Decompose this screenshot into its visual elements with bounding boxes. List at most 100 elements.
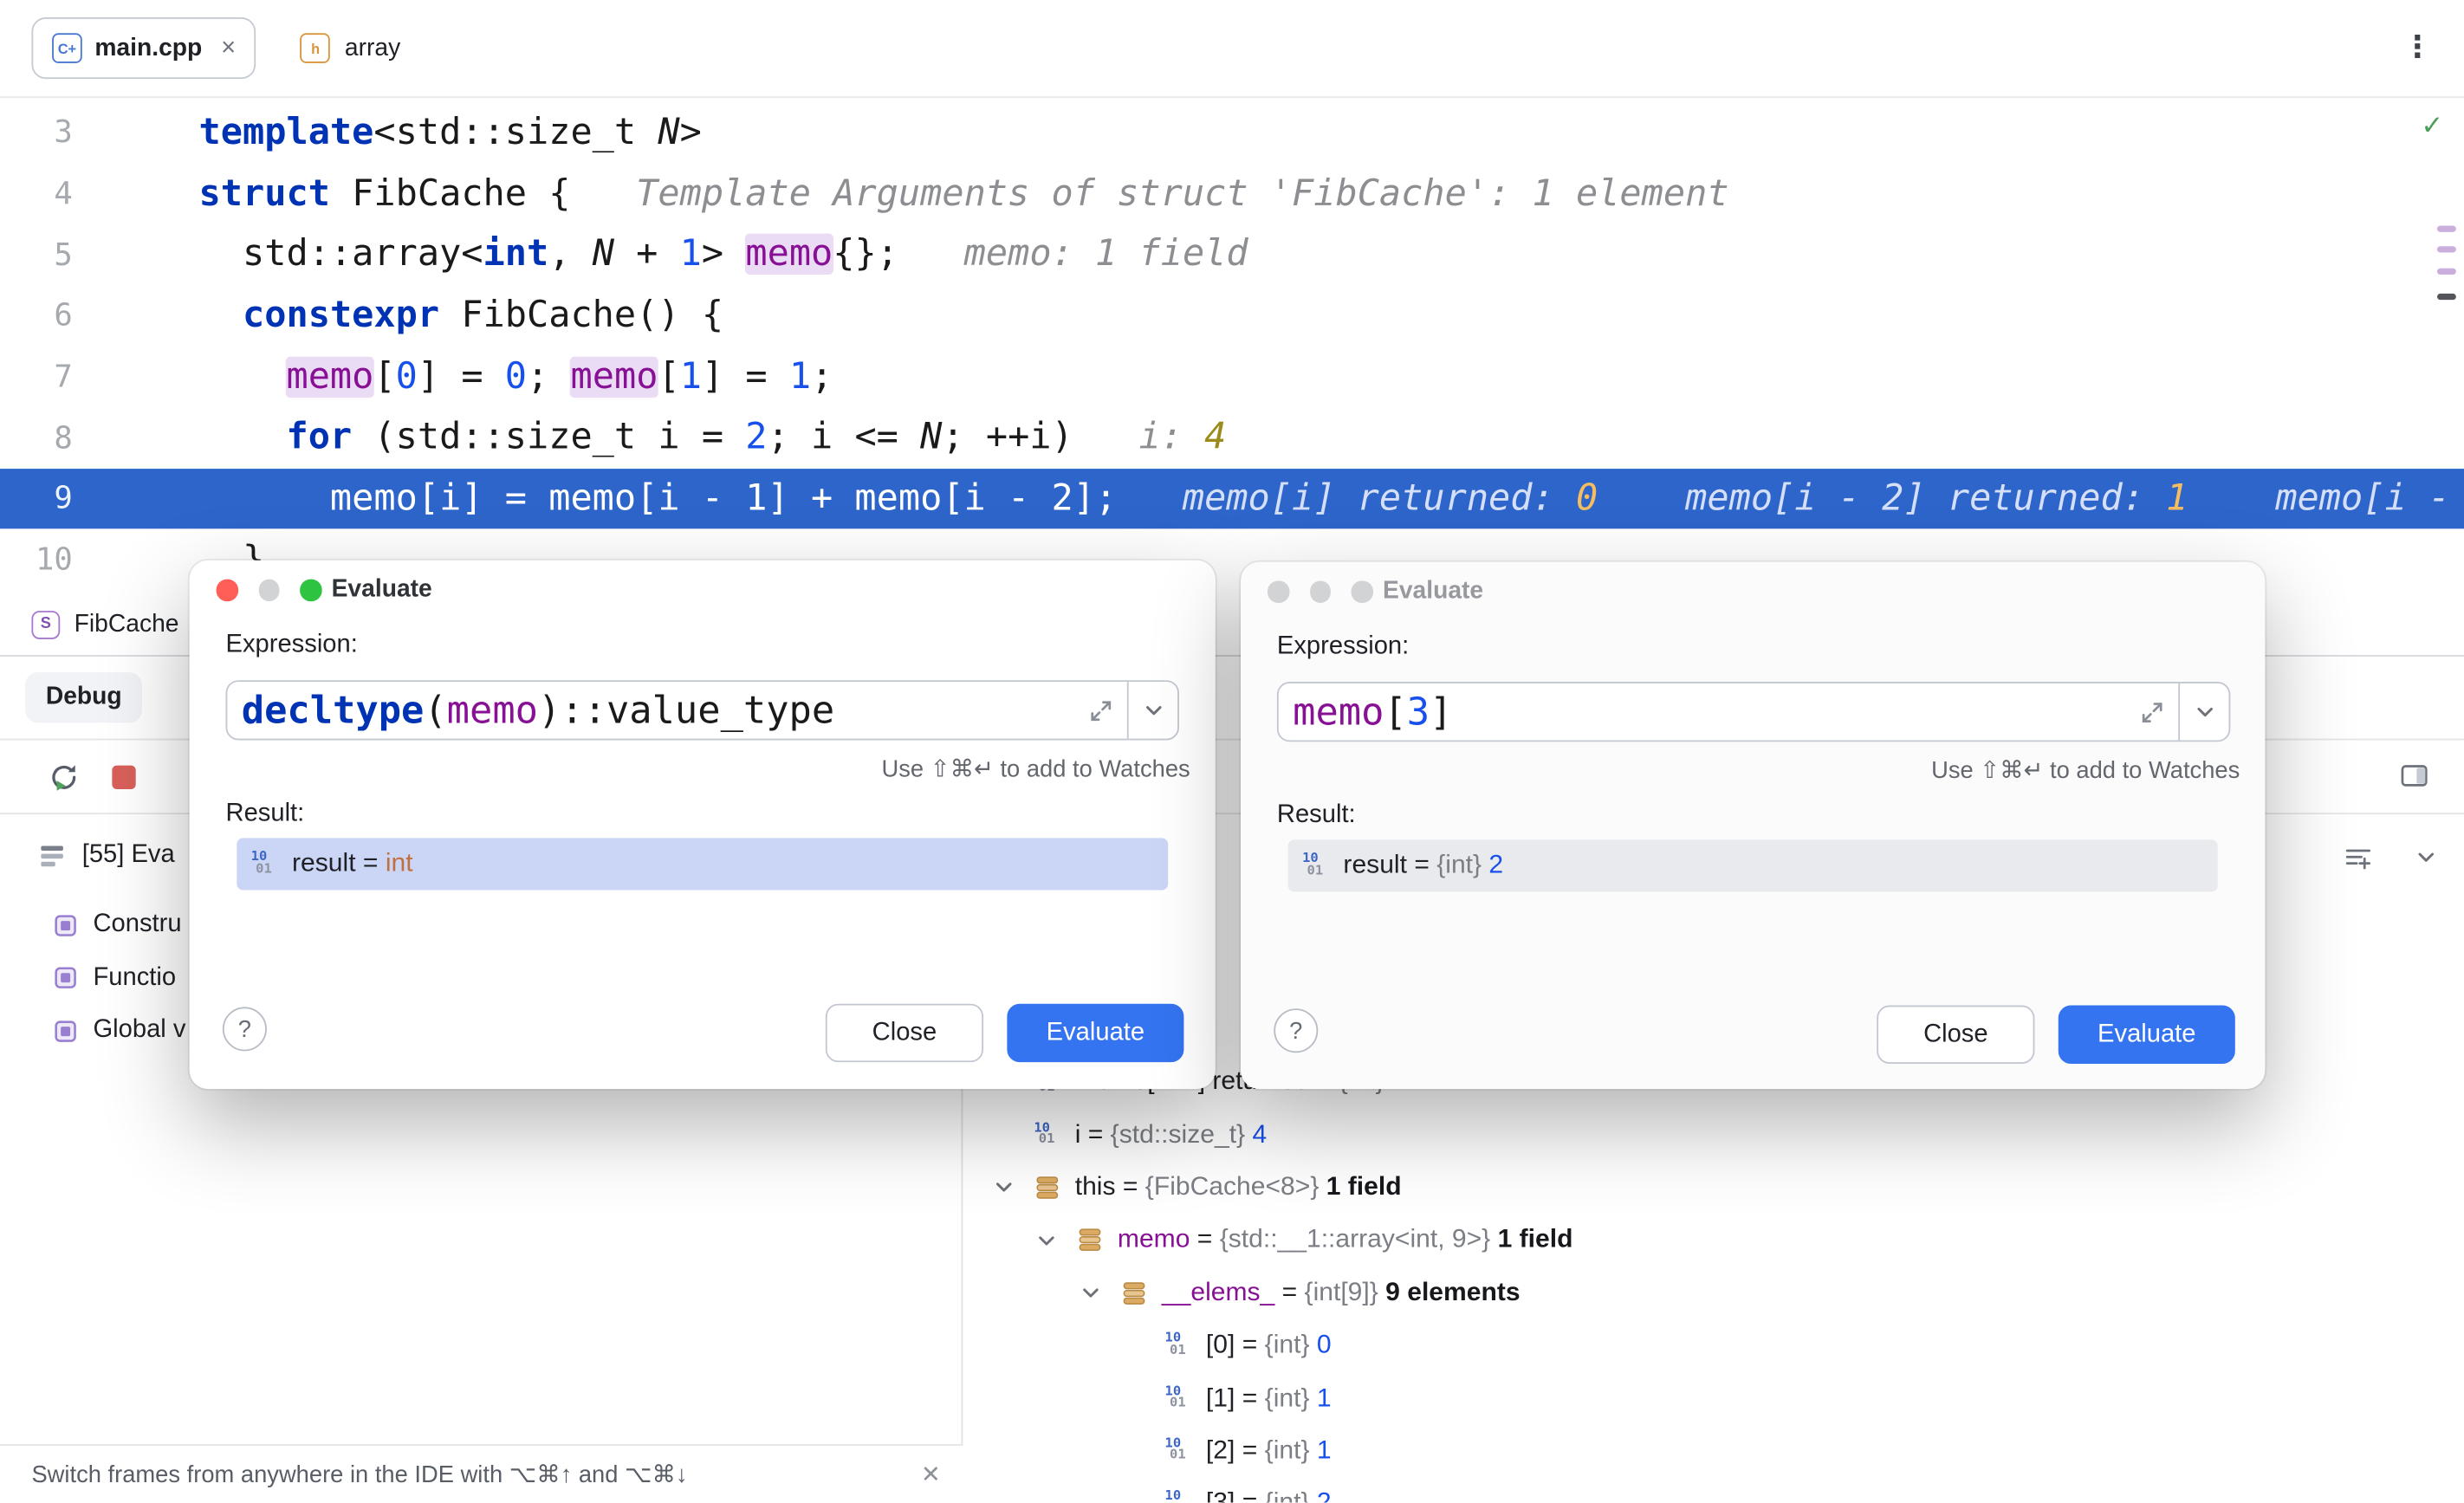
minimize-window-button[interactable] bbox=[258, 580, 280, 601]
maximize-window-button[interactable] bbox=[1352, 580, 1373, 602]
editor-tab-bar: C+ main.cpp × h array ⋮ bbox=[0, 0, 2464, 98]
object-icon bbox=[1077, 1227, 1118, 1254]
code-line[interactable]: 5 std::array<int, N + 1> memo{}; memo: 1… bbox=[0, 224, 2464, 284]
object-icon bbox=[1034, 1174, 1074, 1201]
expression-value[interactable]: decltype(memo)::value_type bbox=[227, 688, 1073, 732]
inspection-ok-icon: ✓ bbox=[2421, 111, 2443, 142]
chevron-down-icon[interactable] bbox=[1078, 1280, 1120, 1305]
window-controls bbox=[1268, 580, 1372, 602]
status-message: Switch frames from anywhere in the IDE w… bbox=[31, 1461, 687, 1489]
result-value: result = int bbox=[292, 849, 413, 879]
window-controls bbox=[217, 580, 321, 601]
scrollbar-mark bbox=[2437, 294, 2456, 300]
evaluate-button[interactable]: Evaluate bbox=[1007, 1004, 1183, 1062]
struct-icon: S bbox=[31, 610, 60, 638]
line-number[interactable]: 8 bbox=[0, 419, 73, 456]
group-icon bbox=[52, 912, 79, 939]
header-file-icon: h bbox=[301, 33, 331, 63]
line-number[interactable]: 9 bbox=[0, 481, 73, 517]
scrollbar-mark bbox=[2437, 226, 2456, 232]
dialog-title: Evaluate bbox=[1383, 578, 1483, 606]
result-row[interactable]: 1001 result = int bbox=[237, 838, 1168, 890]
variables-panel-toolbar bbox=[2344, 843, 2439, 879]
scrollbar-mark bbox=[2437, 269, 2456, 275]
help-button[interactable]: ? bbox=[1274, 1008, 1318, 1053]
chevron-down-icon[interactable] bbox=[2180, 699, 2228, 724]
expression-label: Expression: bbox=[1277, 633, 1409, 662]
expression-label: Expression: bbox=[226, 632, 358, 660]
rerun-icon[interactable] bbox=[48, 760, 81, 793]
line-number[interactable]: 10 bbox=[0, 541, 73, 578]
minimize-window-button[interactable] bbox=[1309, 580, 1331, 602]
frames-item-label: Constru bbox=[93, 911, 181, 940]
frames-header-label: [55] Eva bbox=[82, 841, 175, 870]
options-icon[interactable] bbox=[2344, 843, 2373, 879]
code-editor[interactable]: 3template<std::size_t N>4struct FibCache… bbox=[0, 98, 2464, 593]
result-value: result = {int} 2 bbox=[1343, 851, 1503, 881]
binary-icon: 1001 bbox=[1165, 1492, 1206, 1503]
variable-row[interactable]: 1001[3] = {int} 2 bbox=[964, 1478, 2464, 1503]
close-window-button[interactable] bbox=[217, 580, 238, 601]
expression-input[interactable]: decltype(memo)::value_type bbox=[226, 680, 1179, 740]
breadcrumb-item[interactable]: FibCache bbox=[75, 610, 179, 638]
code-text: struct FibCache { Template Arguments of … bbox=[73, 173, 1729, 214]
variable-row[interactable]: 1001[0] = {int} 0 bbox=[964, 1319, 2464, 1372]
code-line[interactable]: 6 constexpr FibCache() { bbox=[0, 285, 2464, 346]
code-line[interactable]: 4struct FibCache { Template Arguments of… bbox=[0, 163, 2464, 224]
code-text: constexpr FibCache() { bbox=[73, 295, 723, 336]
close-icon[interactable]: ✕ bbox=[921, 1461, 941, 1489]
line-number[interactable]: 4 bbox=[0, 175, 73, 211]
chevron-down-icon[interactable] bbox=[991, 1175, 1034, 1200]
variable-row[interactable]: memo = {std::__1::array<int, 9>} 1 field bbox=[964, 1214, 2464, 1267]
chevron-down-icon[interactable] bbox=[1034, 1228, 1076, 1253]
stop-icon[interactable] bbox=[112, 765, 135, 788]
close-button[interactable]: Close bbox=[1877, 1006, 2034, 1064]
chevron-down-icon[interactable] bbox=[1129, 697, 1177, 722]
binary-icon: 1001 bbox=[1302, 854, 1343, 878]
evaluate-button[interactable]: Evaluate bbox=[2059, 1006, 2235, 1064]
object-icon bbox=[1121, 1279, 1162, 1306]
tab-array[interactable]: h array bbox=[301, 33, 400, 63]
variable-row[interactable]: 1001i = {std::size_t} 4 bbox=[964, 1109, 2464, 1162]
expand-icon[interactable] bbox=[2124, 698, 2178, 725]
maximize-window-button[interactable] bbox=[300, 580, 321, 601]
frames-icon bbox=[38, 841, 67, 870]
line-number[interactable]: 3 bbox=[0, 114, 73, 151]
variable-row[interactable]: __elems_ = {int[9]} 9 elements bbox=[964, 1267, 2464, 1319]
line-number[interactable]: 5 bbox=[0, 236, 73, 273]
code-line[interactable]: 8 for (std::size_t i = 2; i <= N; ++i) i… bbox=[0, 407, 2464, 468]
variable-row[interactable]: 1001[2] = {int} 1 bbox=[964, 1425, 2464, 1478]
variable-row[interactable]: this = {FibCache<8>} 1 field bbox=[964, 1162, 2464, 1215]
watches-shortcut-hint: Use ⇧⌘↵ to add to Watches bbox=[1931, 756, 2240, 785]
line-number[interactable]: 7 bbox=[0, 359, 73, 395]
code-line[interactable]: 7 memo[0] = 0; memo[1] = 1; bbox=[0, 346, 2464, 406]
binary-icon: 1001 bbox=[1165, 1334, 1206, 1357]
scrollbar-mark bbox=[2437, 246, 2456, 252]
layout-icon[interactable] bbox=[2399, 761, 2429, 799]
cpp-file-icon: C+ bbox=[52, 33, 82, 63]
variable-row[interactable]: 1001[1] = {int} 1 bbox=[964, 1372, 2464, 1425]
expand-icon[interactable] bbox=[1073, 696, 1127, 723]
frames-item-label: Functio bbox=[93, 964, 176, 993]
binary-icon: 1001 bbox=[1165, 1440, 1206, 1463]
evaluate-dialog: Evaluate Expression: decltype(memo)::val… bbox=[190, 560, 1216, 1089]
expression-value[interactable]: memo[3] bbox=[1279, 690, 2125, 734]
result-row[interactable]: 1001 result = {int} 2 bbox=[1288, 839, 2218, 891]
status-bar: Switch frames from anywhere in the IDE w… bbox=[0, 1445, 963, 1503]
code-line[interactable]: 3template<std::size_t N> bbox=[0, 102, 2464, 163]
chevron-down-icon[interactable] bbox=[2414, 845, 2439, 878]
help-button[interactable]: ? bbox=[223, 1007, 267, 1051]
frames-item-label: Global v bbox=[93, 1016, 185, 1045]
close-window-button[interactable] bbox=[1268, 580, 1289, 602]
binary-icon: 1001 bbox=[1165, 1387, 1206, 1410]
tab-main-cpp[interactable]: C+ main.cpp × bbox=[31, 17, 256, 79]
execution-line[interactable]: 9 memo[i] = memo[i - 1] + memo[i - 2]; m… bbox=[0, 468, 2464, 528]
tab-debug[interactable]: Debug bbox=[25, 672, 142, 722]
more-options-icon[interactable]: ⋮ bbox=[2402, 30, 2433, 67]
close-button[interactable]: Close bbox=[826, 1004, 983, 1062]
group-icon bbox=[52, 1017, 79, 1044]
line-number[interactable]: 6 bbox=[0, 297, 73, 334]
tab-label: main.cpp bbox=[94, 34, 202, 62]
expression-input[interactable]: memo[3] bbox=[1277, 682, 2230, 742]
close-tab-icon[interactable]: × bbox=[221, 34, 236, 62]
